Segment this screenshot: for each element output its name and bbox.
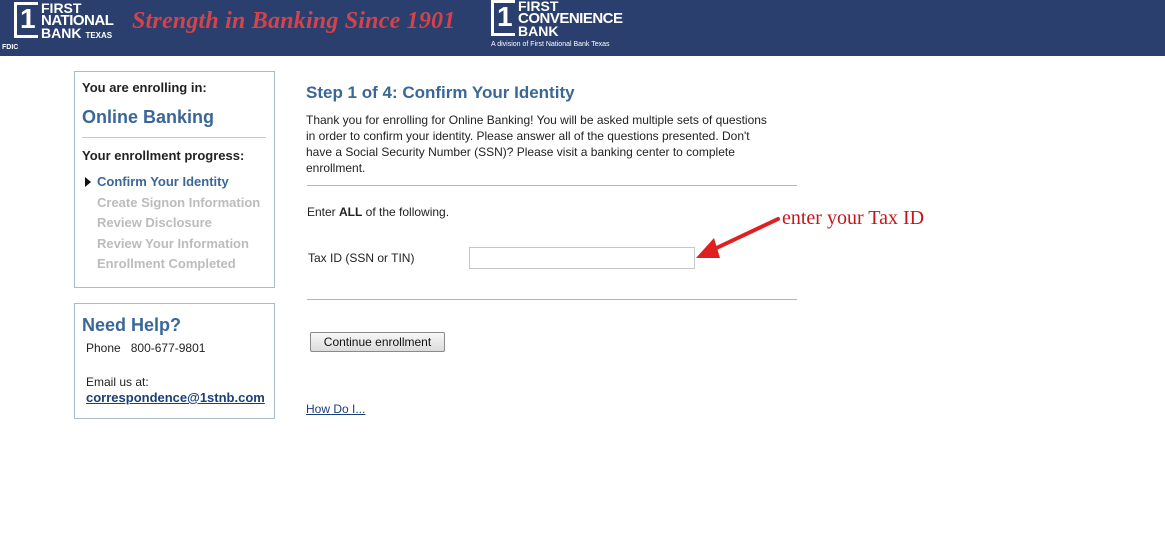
divider: [307, 185, 797, 186]
phone-number: 800-677-9801: [130, 341, 206, 355]
enrolling-label: You are enrolling in:: [82, 80, 207, 95]
logo-mark: 1: [491, 0, 515, 36]
how-do-i-link[interactable]: How Do I...: [306, 402, 365, 416]
divider: [82, 137, 266, 138]
instructions: Enter ALL of the following.: [307, 205, 450, 219]
annotation-text: enter your Tax ID: [782, 207, 925, 229]
intro-text: Thank you for enrolling for Online Banki…: [306, 113, 767, 175]
tax-id-input[interactable]: [469, 247, 695, 269]
phone-label: Phone: [86, 341, 121, 355]
header-banner: 1 FIRST NATIONAL BANK TEXAS FDIC Strength…: [0, 0, 1165, 56]
fdic-badge: FDIC: [2, 44, 19, 51]
progress-step-review-disclosure: Review Disclosure: [97, 215, 212, 230]
annotation-arrow-icon: [696, 217, 780, 258]
division-note: A division of First National Bank Texas: [491, 41, 610, 48]
current-step-arrow-icon: [85, 177, 91, 187]
enrolling-title: Online Banking: [82, 107, 215, 127]
progress-step-create-signon: Create Signon Information: [97, 195, 261, 210]
progress-label: Your enrollment progress:: [82, 148, 245, 163]
tax-id-label: Tax ID (SSN or TIN): [308, 251, 415, 265]
help-title: Need Help?: [82, 315, 182, 335]
progress-step-confirm-identity: Confirm Your Identity: [97, 174, 229, 189]
help-panel: Need Help? Phone 800-677-9801 Email us a…: [74, 303, 275, 419]
slogan: Strength in Banking Since 1901: [132, 8, 456, 34]
first-national-bank-logo[interactable]: 1 FIRST NATIONAL BANK TEXAS: [14, 1, 118, 42]
first-convenience-bank-logo[interactable]: 1 FIRST CONVENIENCE BANK A division of F…: [491, 0, 631, 52]
page-title: Step 1 of 4: Confirm Your Identity: [306, 83, 575, 102]
progress-step-enrollment-completed: Enrollment Completed: [97, 256, 236, 271]
phone-line: Phone 800-677-9801: [86, 341, 205, 355]
divider: [307, 299, 797, 300]
logo-mark: 1: [14, 2, 38, 38]
continue-enrollment-button[interactable]: Continue enrollment: [310, 332, 445, 352]
progress-step-review-information: Review Your Information: [97, 236, 249, 251]
email-label: Email us at:: [86, 375, 149, 389]
enrollment-panel: You are enrolling in: Online Banking You…: [74, 71, 275, 288]
email-link[interactable]: correspondence@1stnb.com: [86, 390, 265, 405]
